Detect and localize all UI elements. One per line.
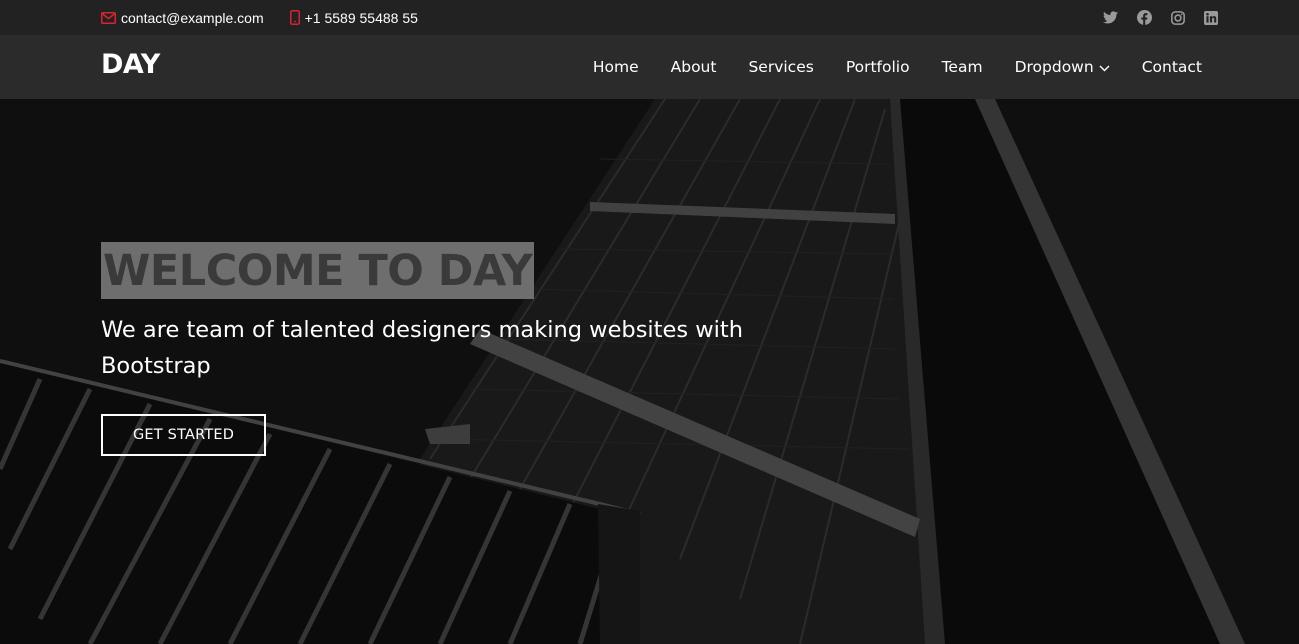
main-nav: Home About Services Portfolio Team Dropd… <box>593 35 1202 99</box>
phone-contact[interactable]: +1 5589 55488 55 <box>289 10 418 26</box>
hero-title: WELCOME TO DAY <box>101 242 535 299</box>
nav-about[interactable]: About <box>671 58 717 76</box>
nav-dropdown[interactable]: Dropdown <box>1015 58 1110 76</box>
twitter-icon[interactable] <box>1103 11 1118 24</box>
email-contact[interactable]: contact@example.com <box>101 10 264 26</box>
header: DAY Home About Services Portfolio Team D… <box>0 35 1299 99</box>
nav-team[interactable]: Team <box>942 58 983 76</box>
nav-portfolio[interactable]: Portfolio <box>846 58 910 76</box>
topbar-contact: contact@example.com +1 5589 55488 55 <box>101 0 418 35</box>
instagram-icon[interactable] <box>1171 10 1185 25</box>
facebook-icon[interactable] <box>1137 10 1152 25</box>
get-started-button[interactable]: GET STARTED <box>101 414 267 456</box>
phone-number[interactable]: +1 5589 55488 55 <box>305 10 418 26</box>
phone-icon <box>289 10 300 25</box>
topbar: contact@example.com +1 5589 55488 55 <box>0 0 1299 35</box>
social-links <box>1103 0 1218 35</box>
nav-contact[interactable]: Contact <box>1142 58 1202 76</box>
nav-home[interactable]: Home <box>593 58 639 76</box>
hero-subtitle: We are team of talented designers making… <box>101 317 743 379</box>
linkedin-icon[interactable] <box>1204 10 1218 25</box>
nav-services[interactable]: Services <box>748 58 813 76</box>
hero-section: WELCOME TO DAY We are team of talented d… <box>0 99 1299 644</box>
email-link[interactable]: contact@example.com <box>121 10 264 26</box>
nav-dropdown-label: Dropdown <box>1014 58 1094 76</box>
chevron-down-icon <box>1099 58 1110 76</box>
hero-content: WELCOME TO DAY We are team of talented d… <box>101 242 761 456</box>
site-logo[interactable]: DAY <box>101 49 160 80</box>
envelope-icon <box>101 11 116 24</box>
